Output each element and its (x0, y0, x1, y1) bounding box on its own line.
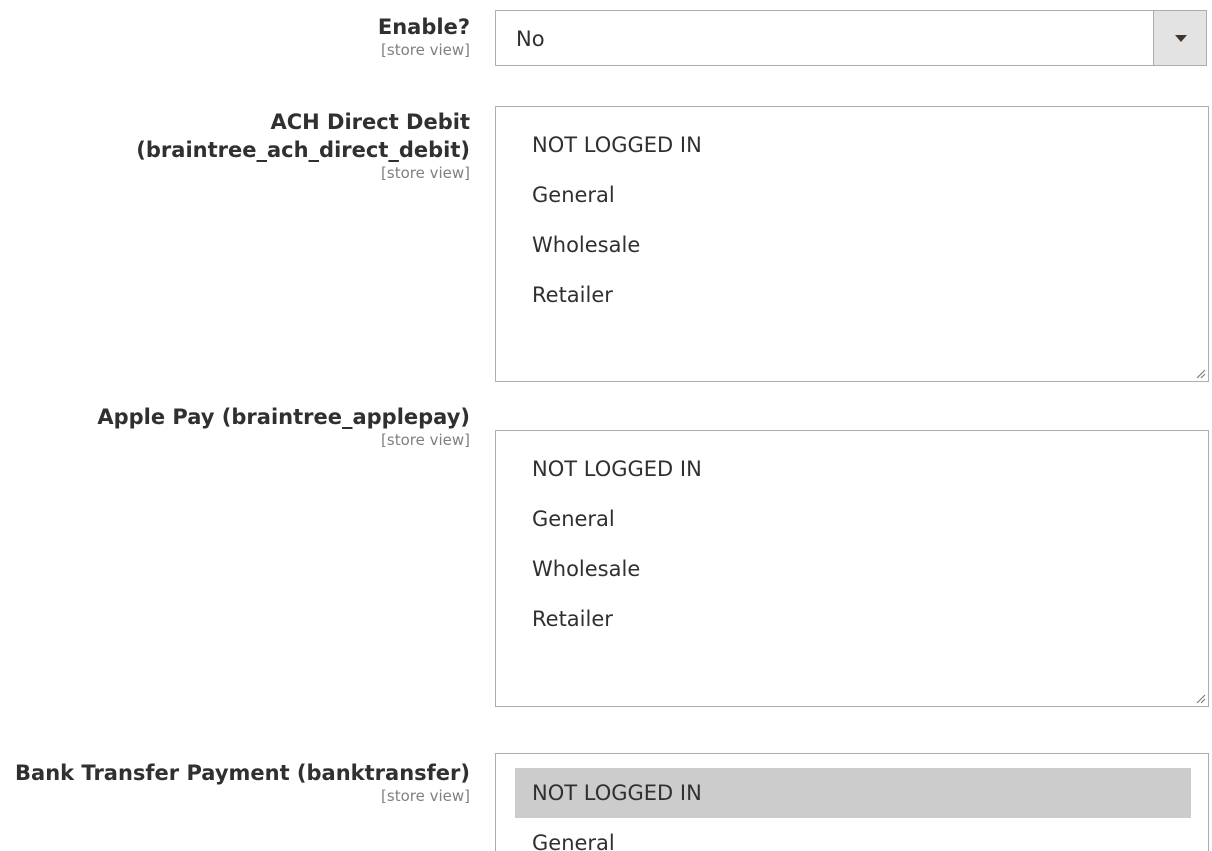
enable-select[interactable]: No (495, 10, 1207, 66)
enable-scope-note: [store view] (381, 41, 470, 59)
list-item[interactable]: General (515, 818, 1191, 851)
ach-scope-note: [store view] (381, 164, 470, 182)
applepay-scope-note: [store view] (381, 431, 470, 449)
chevron-down-icon[interactable] (1153, 11, 1206, 65)
applepay-label-title: Apple Pay (braintree_applepay) (97, 405, 470, 429)
resize-grip-icon[interactable] (1196, 694, 1206, 704)
enable-select-value: No (516, 27, 545, 51)
enable-label: Enable? [store view] (0, 13, 470, 59)
ach-label: ACH Direct Debit (braintree_ach_direct_d… (0, 108, 470, 182)
banktransfer-multiselect[interactable]: NOT LOGGED IN General (495, 753, 1209, 851)
ach-label-line2: (braintree_ach_direct_debit) (136, 138, 470, 162)
banktransfer-label-title: Bank Transfer Payment (banktransfer) (15, 761, 470, 785)
ach-multiselect[interactable]: NOT LOGGED IN General Wholesale Retailer (495, 106, 1209, 382)
list-item[interactable]: Retailer (515, 270, 1191, 320)
list-item[interactable]: General (515, 494, 1191, 544)
enable-label-title: Enable? (377, 15, 470, 39)
list-item[interactable]: General (515, 170, 1191, 220)
list-item[interactable]: Wholesale (515, 220, 1191, 270)
list-item[interactable]: NOT LOGGED IN (515, 120, 1191, 170)
banktransfer-scope-note: [store view] (381, 787, 470, 805)
resize-grip-icon[interactable] (1196, 369, 1206, 379)
applepay-label: Apple Pay (braintree_applepay) [store vi… (0, 403, 470, 449)
list-item[interactable]: NOT LOGGED IN (515, 444, 1191, 494)
ach-label-line1: ACH Direct Debit (270, 110, 470, 134)
list-item[interactable]: NOT LOGGED IN (515, 768, 1191, 818)
list-item[interactable]: Wholesale (515, 544, 1191, 594)
banktransfer-label: Bank Transfer Payment (banktransfer) [st… (0, 759, 470, 805)
list-item[interactable]: Retailer (515, 594, 1191, 644)
applepay-multiselect[interactable]: NOT LOGGED IN General Wholesale Retailer (495, 430, 1209, 707)
